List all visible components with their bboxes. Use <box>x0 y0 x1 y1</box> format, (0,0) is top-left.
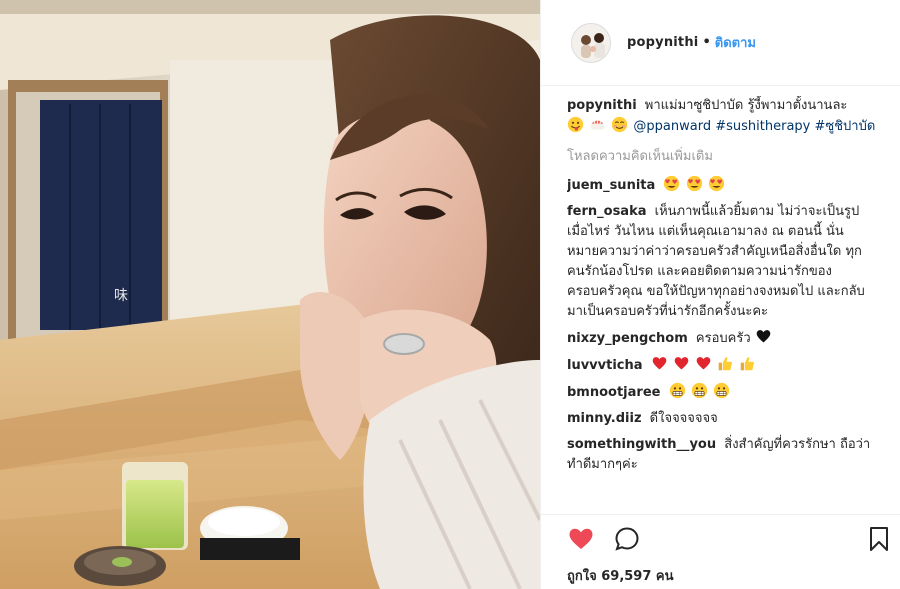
comment-icon <box>615 527 639 551</box>
save-button[interactable] <box>865 525 893 553</box>
grin-tongue-emoji-icon <box>567 116 584 133</box>
caption: popynithi พาแม่มาซูชิปาบัด รู้งี้พามาตั้… <box>567 96 879 137</box>
black-heart-emoji-icon <box>755 328 772 345</box>
comment-item: juem_sunita <box>567 175 879 196</box>
comments-list[interactable]: popynithi พาแม่มาซูชิปาบัด รู้งี้พามาตั้… <box>567 96 879 516</box>
heart-icon <box>569 528 593 549</box>
comment-item: luvvvticha <box>567 355 879 376</box>
comment-text: ครอบครัว <box>695 331 751 346</box>
caption-username[interactable]: popynithi <box>567 98 637 113</box>
hashtag-link[interactable]: #ซูชิปาบัด <box>815 119 876 134</box>
header-username[interactable]: popynithi <box>627 35 698 50</box>
comment-item: fern_osaka เห็นภาพนี้แล้วยิ้มตาม ไม่ว่าจ… <box>567 202 879 322</box>
comment-username[interactable]: somethingwith__you <box>567 437 716 452</box>
comment-item: nixzy_pengchom ครอบครัว <box>567 328 879 349</box>
comment-username[interactable]: juem_sunita <box>567 178 655 193</box>
thumbs-up-emoji-icon <box>717 355 734 372</box>
avatar[interactable] <box>571 22 611 63</box>
comment-username[interactable]: minny.diiz <box>567 411 642 426</box>
likes-count[interactable]: ถูกใจ 69,597 คน <box>567 565 674 586</box>
post-header: popynithi • ติดตาม <box>541 0 900 86</box>
caption-text: พาแม่มาซูชิปาบัด รู้งี้พามาตั้งนานละ <box>644 98 848 113</box>
bookmark-icon <box>870 527 888 551</box>
red-heart-emoji-icon <box>651 355 668 372</box>
grimace-emoji-icon <box>691 382 708 399</box>
instagram-post: 味 popynithi • ติดตาม popynithi พาแม่มาซู… <box>0 0 900 589</box>
mention-link[interactable]: @ppanward <box>633 119 711 134</box>
svg-text:味: 味 <box>114 288 128 304</box>
red-heart-emoji-icon <box>673 355 690 372</box>
post-photo[interactable]: 味 <box>0 0 540 589</box>
thumbs-up-emoji-icon <box>739 355 756 372</box>
heart-eyes-emoji-icon <box>663 175 680 192</box>
grimace-emoji-icon <box>669 382 686 399</box>
avatar-image <box>572 23 610 62</box>
heart-eyes-emoji-icon <box>708 175 725 192</box>
header-separator: • <box>702 35 711 50</box>
sushi-emoji-icon <box>589 116 606 133</box>
grimace-emoji-icon <box>713 382 730 399</box>
comment-text: ดีใจจจจจจจ <box>649 411 718 426</box>
comment-username[interactable]: bmnootjaree <box>567 385 660 400</box>
comment-item: bmnootjaree <box>567 382 879 403</box>
hashtag-link[interactable]: #sushitherapy <box>715 119 810 134</box>
comment-item: somethingwith__you สิ่งสำคัญที่ควรรักษา … <box>567 435 879 475</box>
smile-blush-emoji-icon <box>611 116 628 133</box>
post-actions: ถูกใจ 69,597 คน <box>541 514 900 589</box>
like-button[interactable] <box>567 525 595 553</box>
comment-username[interactable]: luvvvticha <box>567 358 643 373</box>
comment-text: เห็นภาพนี้แล้วยิ้มตาม ไม่ว่าจะเป็นรูปเมื… <box>567 204 865 319</box>
comment-username[interactable]: fern_osaka <box>567 204 647 219</box>
comment-item: minny.diiz ดีใจจจจจจจ <box>567 409 879 429</box>
load-more-comments-button[interactable]: โหลดความคิดเห็นเพิ่มเติม <box>567 147 879 167</box>
photo-illustration: 味 <box>0 0 540 589</box>
comment-button[interactable] <box>613 525 641 553</box>
heart-eyes-emoji-icon <box>686 175 703 192</box>
follow-button[interactable]: ติดตาม <box>715 32 756 53</box>
red-heart-emoji-icon <box>695 355 712 372</box>
post-side-panel: popynithi • ติดตาม popynithi พาแม่มาซูชิ… <box>540 0 900 589</box>
comment-username[interactable]: nixzy_pengchom <box>567 331 688 346</box>
